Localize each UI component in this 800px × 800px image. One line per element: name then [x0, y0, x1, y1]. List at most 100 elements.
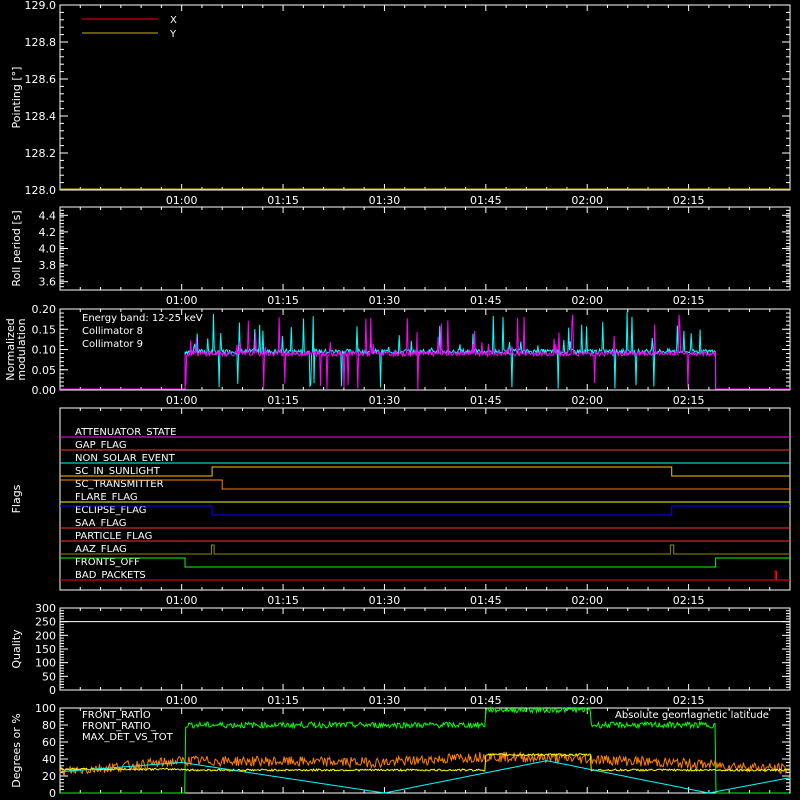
flag-label: ECLIPSE_FLAG: [75, 505, 146, 516]
modulation-ytick-label: 0.20: [32, 303, 57, 316]
pointing-xtick-label: 01:30: [369, 194, 401, 207]
hessi-quicklook-chart: 01:00 01:15 01:30 01:45 02:00 02:15 128.0 128.2…: [4, 0, 791, 800]
modulation-series-line: [60, 314, 790, 390]
modulation-panel: 01:00 01:15 01:30 01:45 02:00 02:15 0.00 0.05 0.…: [4, 303, 791, 407]
pointing-xtick-label: 02:00: [571, 194, 603, 207]
pointing-xtick-label: 01:45: [470, 194, 502, 207]
flags-panel: 01:00 01:15 01:30 01:45 02:00 02:15 Flags ATTEN…: [10, 407, 791, 607]
pointing-ytick-label: 128.4: [25, 110, 57, 123]
modulation-xtick-label: 01:15: [267, 394, 299, 407]
flag-line: [60, 505, 790, 516]
ratios-panel: 0 20 40 60 80 100 Degrees or % FRONT_RATIOFRONT…: [10, 702, 791, 800]
roll-xtick-label: 02:00: [571, 294, 603, 307]
modulation-annotation: Energy band: 12-25 keV: [82, 313, 203, 324]
flag-line: [60, 479, 790, 490]
flag-label: GAP_FLAG: [75, 440, 127, 451]
pointing-legend-label: Y: [169, 29, 177, 40]
quality-xtick-label: 01:15: [267, 694, 299, 707]
ratios-legend-label: FRONT_RATIO: [82, 710, 151, 721]
quality-ytick-label: 0: [49, 684, 56, 697]
modulation-xtick-label: 01:45: [470, 394, 502, 407]
ratios-ytick-label: 20: [42, 770, 56, 783]
ratios-ytick-label: 80: [42, 719, 56, 732]
roll-xtick-label: 01:00: [166, 294, 198, 307]
flags-ylabel-line: Flags: [10, 484, 23, 513]
flag-label: AAZ_FLAG: [75, 544, 127, 555]
roll-ytick-label: 4.2: [39, 226, 57, 239]
pointing-xtick-label: 02:15: [673, 194, 705, 207]
quality-ytick-label: 250: [35, 616, 56, 629]
flag-label: NON_SOLAR_EVENT: [75, 453, 176, 464]
modulation-legend-label: Collimator 9: [82, 339, 143, 350]
flag-label: PARTICLE_FLAG: [75, 531, 152, 542]
roll-ylabel-line: Roll period [s]: [10, 210, 23, 286]
roll-ylabel: Roll period [s]: [10, 210, 23, 286]
modulation-ytick-label: 0.10: [32, 344, 57, 357]
pointing-ytick-label: 128.0: [25, 184, 57, 197]
quality-xtick-label: 02:15: [673, 694, 705, 707]
flags-ylabel: Flags: [10, 484, 23, 513]
quality-panel: 01:00 01:15 01:30 01:45 02:00 02:150501001502…: [10, 602, 791, 707]
flag-label: ATTENUATOR_STATE: [75, 427, 176, 438]
quality-ytick-label: 200: [35, 629, 56, 642]
flag-label: BAD_PACKETS: [75, 570, 146, 581]
flags-xtick-label: 01:15: [267, 594, 299, 607]
flag-line: [60, 544, 790, 555]
modulation-ylabel-line: modulation: [15, 318, 28, 380]
pointing-ytick-label: 128.2: [25, 147, 57, 160]
flag-label: SC_IN_SUNLIGHT: [75, 466, 161, 477]
ratios-ylabel-line: Degrees or %: [10, 713, 23, 787]
roll-ytick-label: 4.0: [39, 243, 57, 256]
flag-line: [60, 570, 790, 581]
ratios-ytick-label: 60: [42, 736, 56, 749]
quality-frame: [59, 607, 791, 691]
pointing-ytick-label: 128.8: [25, 36, 57, 49]
roll-xtick-label: 01:15: [267, 294, 299, 307]
modulation-xtick-label: 01:00: [166, 394, 198, 407]
modulation-ytick-label: 0.00: [32, 384, 57, 397]
quality-ylabel: Quality: [10, 629, 23, 669]
quality-ytick-label: 300: [35, 602, 56, 615]
pointing-legend-label: X: [170, 15, 177, 26]
flag-line: [60, 466, 790, 477]
modulation-ytick-label: 0.15: [32, 323, 57, 336]
quality-xtick-label: 02:00: [571, 694, 603, 707]
ratios-ytick-label: 40: [42, 753, 56, 766]
pointing-ylabel: Pointing [°]: [10, 67, 23, 129]
roll-panel: 01:00 01:15 01:30 01:45 02:00 02:15 3.6 3.8 4.0 4…: [10, 206, 791, 307]
modulation-xtick-label: 01:30: [369, 394, 401, 407]
roll-ytick-label: 3.6: [39, 276, 57, 289]
flags-xtick-label: 02:00: [571, 594, 603, 607]
quality-ytick-label: 150: [35, 643, 56, 656]
ratios-legend-label: MAX_DET_VS_TOT: [82, 732, 174, 743]
flags-xtick-label: 01:00: [166, 594, 198, 607]
roll-ytick-label: 4.4: [39, 209, 57, 222]
flags-xtick-label: 01:30: [369, 594, 401, 607]
quality-ytick-label: 100: [35, 657, 56, 670]
ratios-ylabel: Degrees or %: [10, 713, 23, 787]
quality-ytick-label: 50: [42, 670, 56, 683]
flag-label: SC_TRANSMITTER: [75, 479, 164, 490]
roll-xtick-label: 01:30: [369, 294, 401, 307]
modulation-xtick-label: 02:15: [673, 394, 705, 407]
modulation-xtick-label: 02:00: [571, 394, 603, 407]
ratios-series-line: [59, 760, 790, 794]
modulation-ylabel: Normalizedmodulation: [4, 318, 28, 380]
modulation-legend-label: Collimator 8: [82, 326, 143, 337]
flag-label: SAA_FLAG: [75, 518, 126, 529]
ratios-ytick-label: 100: [35, 702, 56, 715]
pointing-ytick-label: 128.6: [25, 73, 57, 86]
pointing-panel: 01:00 01:15 01:30 01:45 02:00 02:15 128.0 128.2…: [10, 0, 791, 207]
pointing-ylabel-line: Pointing [°]: [10, 67, 23, 129]
roll-xtick-label: 02:15: [673, 294, 705, 307]
flags-xtick-label: 02:15: [673, 594, 705, 607]
quality-xtick-label: 01:45: [470, 694, 502, 707]
quality-ylabel-line: Quality: [10, 629, 23, 669]
roll-xtick-label: 01:45: [470, 294, 502, 307]
quality-xtick-label: 01:00: [166, 694, 198, 707]
roll-ytick-label: 3.8: [39, 259, 57, 272]
modulation-ytick-label: 0.05: [32, 364, 57, 377]
pointing-xtick-label: 01:15: [267, 194, 299, 207]
flag-line: [60, 557, 790, 568]
ratios-legend-label: FRONT_RATIO_: [82, 721, 157, 732]
